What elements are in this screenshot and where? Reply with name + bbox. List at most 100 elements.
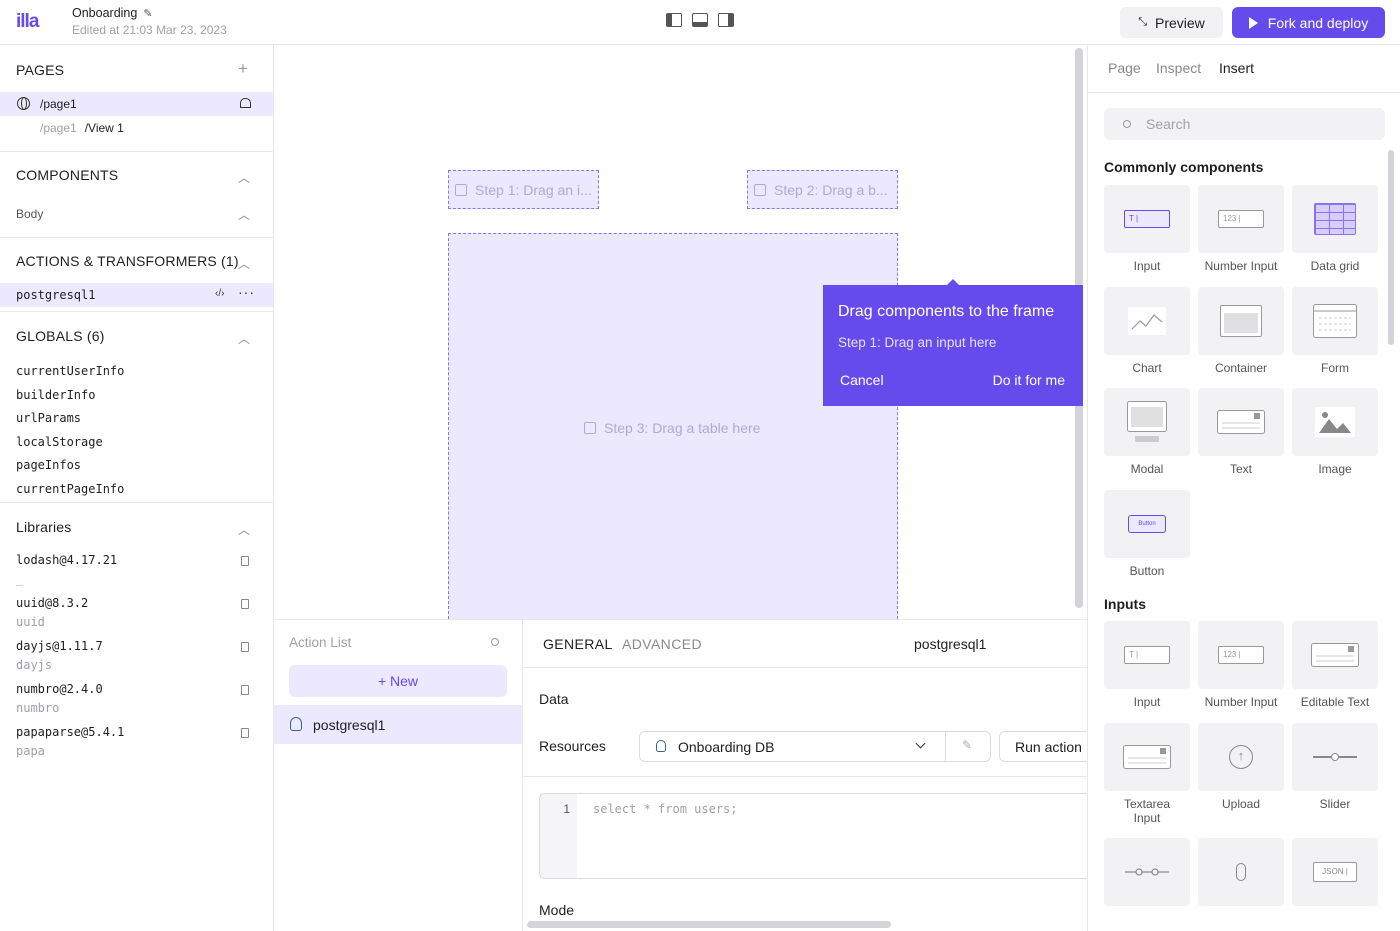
component-modal[interactable]: Modal: [1104, 388, 1190, 476]
tab-page[interactable]: Page: [1108, 60, 1141, 76]
component-label: Number Input: [1204, 259, 1278, 273]
sql-editor[interactable]: 1 select * from users;: [539, 793, 1087, 879]
library-alias: _: [16, 572, 24, 586]
tooltip-do-it-button[interactable]: Do it for me: [993, 372, 1065, 388]
edit-pencil-icon[interactable]: ✎: [143, 7, 152, 20]
drop-zone-step1[interactable]: Step 1: Drag an i...: [448, 170, 599, 209]
layout-toggles: [666, 13, 734, 27]
page-item[interactable]: /page1: [0, 92, 273, 116]
toggle-right-panel-icon[interactable]: [718, 13, 734, 27]
component-editable-text[interactable]: Editable Text: [1292, 621, 1378, 709]
doc-icon[interactable]: [241, 642, 249, 652]
more-icon[interactable]: ···: [238, 284, 255, 300]
component-body[interactable]: Body: [16, 207, 43, 221]
tab-advanced[interactable]: ADVANCED: [622, 636, 702, 652]
component-label: Data grid: [1310, 259, 1360, 273]
component-label: Upload: [1221, 797, 1261, 811]
editor-scrollbar[interactable]: [527, 921, 891, 928]
doc-icon[interactable]: [241, 685, 249, 695]
tab-inspect[interactable]: Inspect: [1156, 60, 1201, 76]
component-range-slider[interactable]: [1104, 838, 1190, 906]
new-action-button[interactable]: + New: [289, 665, 507, 697]
tab-insert[interactable]: Insert: [1219, 60, 1254, 76]
doc-icon[interactable]: [241, 599, 249, 609]
add-page-icon[interactable]: +: [238, 59, 248, 79]
home-icon[interactable]: [240, 98, 251, 108]
action-item[interactable]: postgresql1 ‹/› ···: [0, 283, 273, 307]
global-item[interactable]: builderInfo: [16, 384, 124, 408]
divider: [0, 311, 273, 312]
component-search-input[interactable]: [1104, 108, 1385, 140]
left-panel: PAGES + /page1 /page1/View 1 COMPONENTS …: [0, 45, 274, 931]
action-list-item[interactable]: postgresql1: [274, 705, 522, 744]
component-data-grid[interactable]: Data grid: [1292, 185, 1378, 273]
component-form[interactable]: Form: [1292, 287, 1378, 375]
library-name[interactable]: numbro@2.4.0: [16, 682, 103, 696]
action-editor: GENERAL ADVANCED postgresql1 Data Resour…: [523, 619, 1087, 931]
range-slider-icon: [1125, 868, 1169, 876]
preview-button[interactable]: ⤡ Preview: [1120, 7, 1223, 38]
doc-icon[interactable]: [241, 556, 249, 566]
component-button[interactable]: Button Button: [1104, 490, 1190, 578]
component-tile: [1104, 287, 1190, 355]
tab-general[interactable]: GENERAL: [543, 636, 613, 652]
fork-deploy-button[interactable]: Fork and deploy: [1232, 7, 1385, 38]
collapse-globals-icon[interactable]: ︿: [238, 330, 250, 347]
component-input[interactable]: T | Input: [1104, 621, 1190, 709]
component-label: Modal: [1130, 462, 1164, 476]
global-item[interactable]: currentUserInfo: [16, 360, 124, 384]
collapse-actions-icon[interactable]: ︿: [238, 255, 250, 272]
action-name[interactable]: postgresql1: [914, 636, 986, 652]
component-image[interactable]: Image: [1292, 388, 1378, 476]
right-scrollbar[interactable]: [1388, 150, 1394, 345]
step3-label: Step 3: Drag a table here: [604, 420, 761, 436]
library-name[interactable]: uuid@8.3.2: [16, 596, 88, 610]
component-container[interactable]: Container: [1198, 287, 1284, 375]
global-item[interactable]: currentPageInfo: [16, 478, 124, 502]
sql-code[interactable]: select * from users;: [593, 802, 738, 816]
logo[interactable]: illa: [16, 11, 39, 33]
tooltip-title: Drag components to the frame: [838, 303, 1055, 320]
search-icon[interactable]: [491, 638, 499, 646]
component-tile: Button: [1104, 490, 1190, 558]
tooltip-step: Step 1: Drag an input here: [838, 335, 997, 350]
subpage-item[interactable]: /page1/View 1: [40, 121, 124, 135]
collapse-components-icon[interactable]: ︿: [238, 169, 250, 186]
component-json-editor[interactable]: JSON |: [1292, 838, 1378, 906]
project-title[interactable]: Onboarding ✎: [72, 6, 153, 20]
component-number-input[interactable]: 123 | Number Input: [1198, 621, 1284, 709]
library-name[interactable]: papaparse@5.4.1: [16, 725, 124, 739]
component-tile: ↑: [1198, 723, 1284, 791]
component-label: Form: [1321, 361, 1349, 375]
toggle-bottom-panel-icon[interactable]: [692, 13, 708, 27]
edit-resource-button[interactable]: ✎: [945, 731, 991, 762]
json-icon: JSON |: [1313, 862, 1357, 882]
doc-icon[interactable]: [241, 728, 249, 738]
library-name[interactable]: lodash@4.17.21: [16, 553, 117, 567]
component-number-input[interactable]: 123 | Number Input: [1198, 185, 1284, 273]
input-icon: T |: [1124, 646, 1170, 664]
component-voice[interactable]: [1198, 838, 1284, 906]
collapse-body-icon[interactable]: ︿: [238, 206, 250, 223]
component-textarea-input[interactable]: Textarea Input: [1104, 723, 1190, 825]
project-title-text[interactable]: Onboarding: [72, 6, 137, 20]
component-input[interactable]: T | Input: [1104, 185, 1190, 273]
global-item[interactable]: urlParams: [16, 407, 124, 431]
tooltip-cancel-button[interactable]: Cancel: [840, 372, 884, 388]
code-icon[interactable]: ‹/›: [215, 288, 224, 299]
chevron-down-icon: [915, 738, 926, 749]
step1-label: Step 1: Drag an i...: [475, 182, 592, 198]
library-name[interactable]: dayjs@1.11.7: [16, 639, 103, 653]
run-action-button[interactable]: Run action: [999, 731, 1087, 762]
component-chart[interactable]: Chart: [1104, 287, 1190, 375]
global-item[interactable]: pageInfos: [16, 454, 124, 478]
component-upload[interactable]: ↑ Upload: [1198, 723, 1284, 811]
drop-zone-step2[interactable]: Step 2: Drag a b...: [747, 170, 898, 209]
pencil-icon: ✎: [962, 738, 973, 752]
component-text[interactable]: Text: [1198, 388, 1284, 476]
collapse-libraries-icon[interactable]: ︿: [238, 521, 250, 538]
toggle-left-panel-icon[interactable]: [666, 13, 682, 27]
resource-select[interactable]: Onboarding DB: [639, 731, 946, 762]
global-item[interactable]: localStorage: [16, 431, 124, 455]
component-slider[interactable]: Slider: [1292, 723, 1378, 811]
